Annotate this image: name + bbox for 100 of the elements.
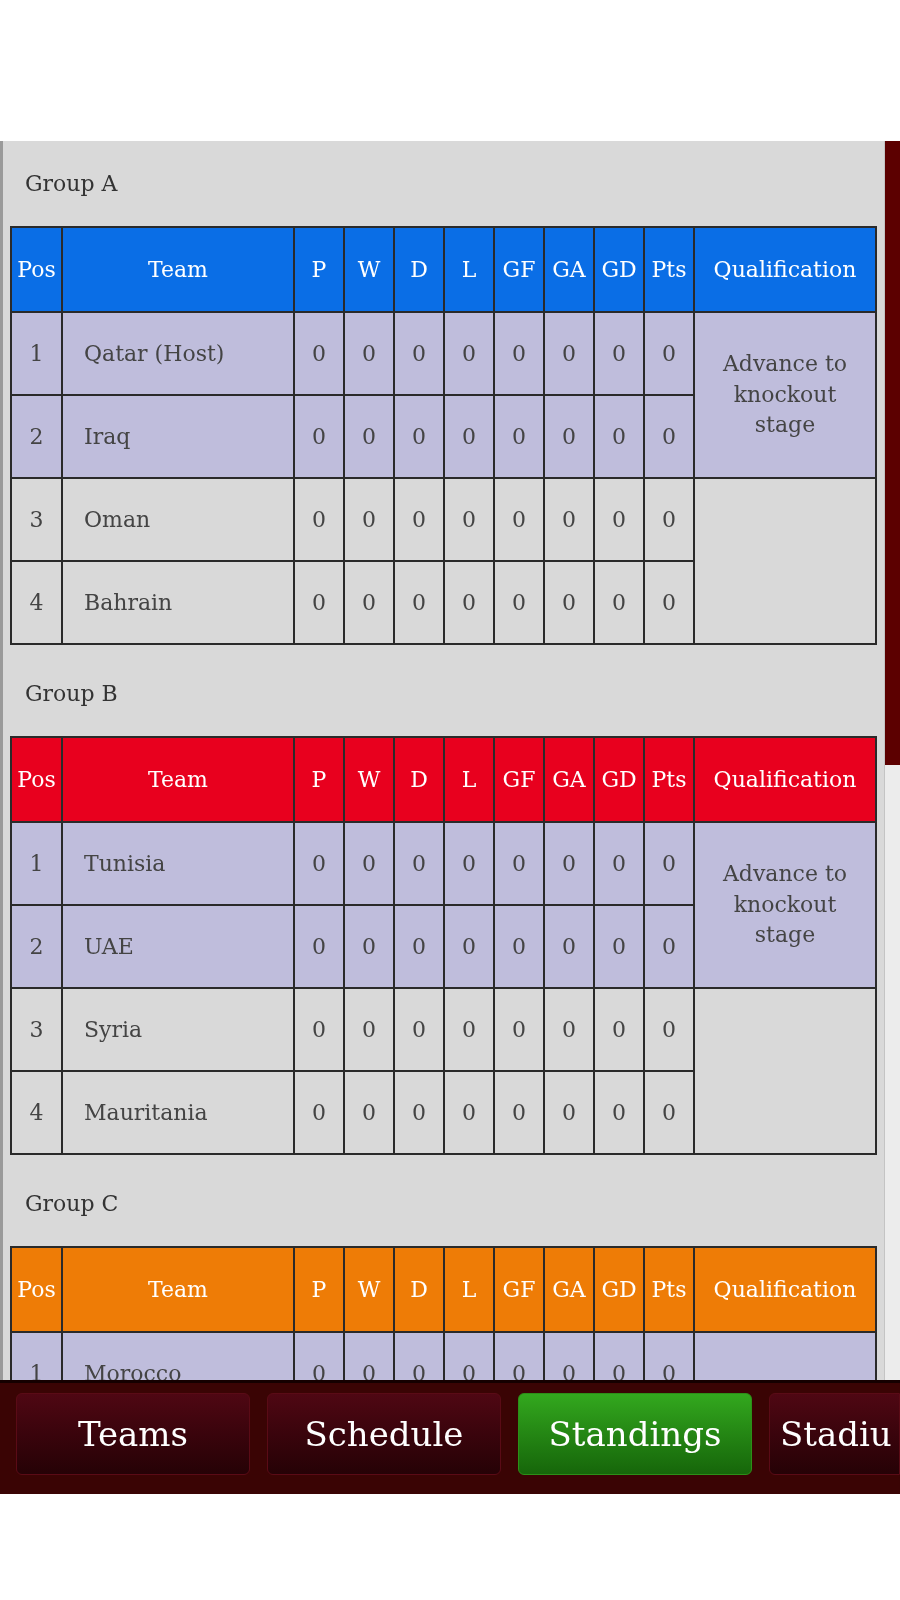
nav-tab[interactable]: Teams bbox=[16, 1393, 250, 1475]
table-cell: 3 bbox=[11, 478, 62, 561]
table-cell: 4 bbox=[11, 561, 62, 644]
table-cell: 0 bbox=[494, 988, 544, 1071]
column-header: Pos bbox=[11, 227, 62, 312]
table-cell: 0 bbox=[444, 312, 494, 395]
table-cell: 0 bbox=[394, 478, 444, 561]
table-cell: 3 bbox=[11, 988, 62, 1071]
column-header: L bbox=[444, 1247, 494, 1332]
table-cell: 0 bbox=[544, 561, 594, 644]
table-cell: 0 bbox=[344, 1071, 394, 1154]
column-header: GD bbox=[594, 227, 644, 312]
column-header: GD bbox=[594, 1247, 644, 1332]
table-cell: 0 bbox=[494, 478, 544, 561]
table-cell: 0 bbox=[444, 561, 494, 644]
scrollbar[interactable] bbox=[884, 141, 900, 1380]
nav-tab[interactable]: Stadiu bbox=[769, 1393, 900, 1475]
table-cell: 0 bbox=[394, 988, 444, 1071]
scrollbar-thumb[interactable] bbox=[885, 141, 900, 765]
table-cell: 0 bbox=[494, 561, 544, 644]
table-cell: 0 bbox=[544, 478, 594, 561]
table-cell: 0 bbox=[294, 1332, 344, 1380]
column-header: Qualification bbox=[694, 1247, 876, 1332]
table-cell: 0 bbox=[444, 395, 494, 478]
table-cell: 0 bbox=[594, 1071, 644, 1154]
column-header: Team bbox=[62, 737, 294, 822]
table-cell: 0 bbox=[344, 561, 394, 644]
table-cell: 0 bbox=[544, 822, 594, 905]
table-cell: 0 bbox=[294, 478, 344, 561]
table-cell: Iraq bbox=[62, 395, 294, 478]
table-cell: 0 bbox=[644, 561, 694, 644]
table-cell: 0 bbox=[544, 1071, 594, 1154]
table-cell: 0 bbox=[394, 822, 444, 905]
table-cell: 0 bbox=[294, 312, 344, 395]
table-cell: Advance to knockout stage bbox=[694, 822, 876, 988]
table-cell: 0 bbox=[644, 395, 694, 478]
column-header: Pos bbox=[11, 737, 62, 822]
table-cell: 0 bbox=[594, 1332, 644, 1380]
column-header: L bbox=[444, 227, 494, 312]
column-header: Pts bbox=[644, 737, 694, 822]
table-cell: 0 bbox=[444, 988, 494, 1071]
column-header: GA bbox=[544, 737, 594, 822]
table-cell: 1 bbox=[11, 1332, 62, 1380]
table-cell: 0 bbox=[344, 395, 394, 478]
table-cell: 0 bbox=[544, 395, 594, 478]
table-cell: 0 bbox=[344, 478, 394, 561]
column-header: Pos bbox=[11, 1247, 62, 1332]
column-header: P bbox=[294, 1247, 344, 1332]
table-cell: 0 bbox=[444, 1071, 494, 1154]
nav-tab[interactable]: Schedule bbox=[267, 1393, 501, 1475]
column-header: GF bbox=[494, 737, 544, 822]
column-header: D bbox=[394, 227, 444, 312]
table-cell: 0 bbox=[444, 1332, 494, 1380]
table-cell: 0 bbox=[344, 822, 394, 905]
table-cell: 0 bbox=[594, 822, 644, 905]
column-header: P bbox=[294, 737, 344, 822]
table-cell: 0 bbox=[294, 822, 344, 905]
table-cell: Bahrain bbox=[62, 561, 294, 644]
table-cell: 0 bbox=[344, 988, 394, 1071]
column-header: GA bbox=[544, 1247, 594, 1332]
table-cell: 0 bbox=[594, 395, 644, 478]
table-cell: Syria bbox=[62, 988, 294, 1071]
table-cell: 0 bbox=[644, 988, 694, 1071]
column-header: Qualification bbox=[694, 737, 876, 822]
column-header: W bbox=[344, 1247, 394, 1332]
table-cell: 1 bbox=[11, 822, 62, 905]
table-cell: 0 bbox=[344, 312, 394, 395]
column-header: Team bbox=[62, 1247, 294, 1332]
table-cell: 0 bbox=[644, 1071, 694, 1154]
table-cell: 0 bbox=[594, 312, 644, 395]
column-header: GF bbox=[494, 227, 544, 312]
table-cell: 0 bbox=[644, 1332, 694, 1380]
table-cell: 0 bbox=[394, 561, 444, 644]
table-cell: 0 bbox=[644, 822, 694, 905]
table-cell: 0 bbox=[444, 905, 494, 988]
table-cell: 0 bbox=[494, 905, 544, 988]
column-header: L bbox=[444, 737, 494, 822]
column-header: Qualification bbox=[694, 227, 876, 312]
table-cell: 0 bbox=[594, 561, 644, 644]
table-cell: 0 bbox=[644, 312, 694, 395]
column-header: P bbox=[294, 227, 344, 312]
table-cell: 0 bbox=[394, 312, 444, 395]
column-header: Pts bbox=[644, 1247, 694, 1332]
table-cell: 0 bbox=[394, 1332, 444, 1380]
table-cell: 0 bbox=[444, 478, 494, 561]
table-cell: 0 bbox=[594, 905, 644, 988]
table-cell: 0 bbox=[494, 1071, 544, 1154]
column-header: Pts bbox=[644, 227, 694, 312]
table-cell: 1 bbox=[11, 312, 62, 395]
nav-tab[interactable]: Standings bbox=[518, 1393, 752, 1475]
table-cell: 0 bbox=[494, 312, 544, 395]
table-cell: 0 bbox=[394, 395, 444, 478]
column-header: D bbox=[394, 1247, 444, 1332]
table-cell: 0 bbox=[544, 312, 594, 395]
group-title: Group C bbox=[25, 1192, 119, 1215]
table-cell: Qatar (Host) bbox=[62, 312, 294, 395]
table-cell: Advance to knockout stage bbox=[694, 312, 876, 478]
table-cell: 0 bbox=[294, 905, 344, 988]
table-cell: 0 bbox=[294, 1071, 344, 1154]
table-cell: 2 bbox=[11, 905, 62, 988]
